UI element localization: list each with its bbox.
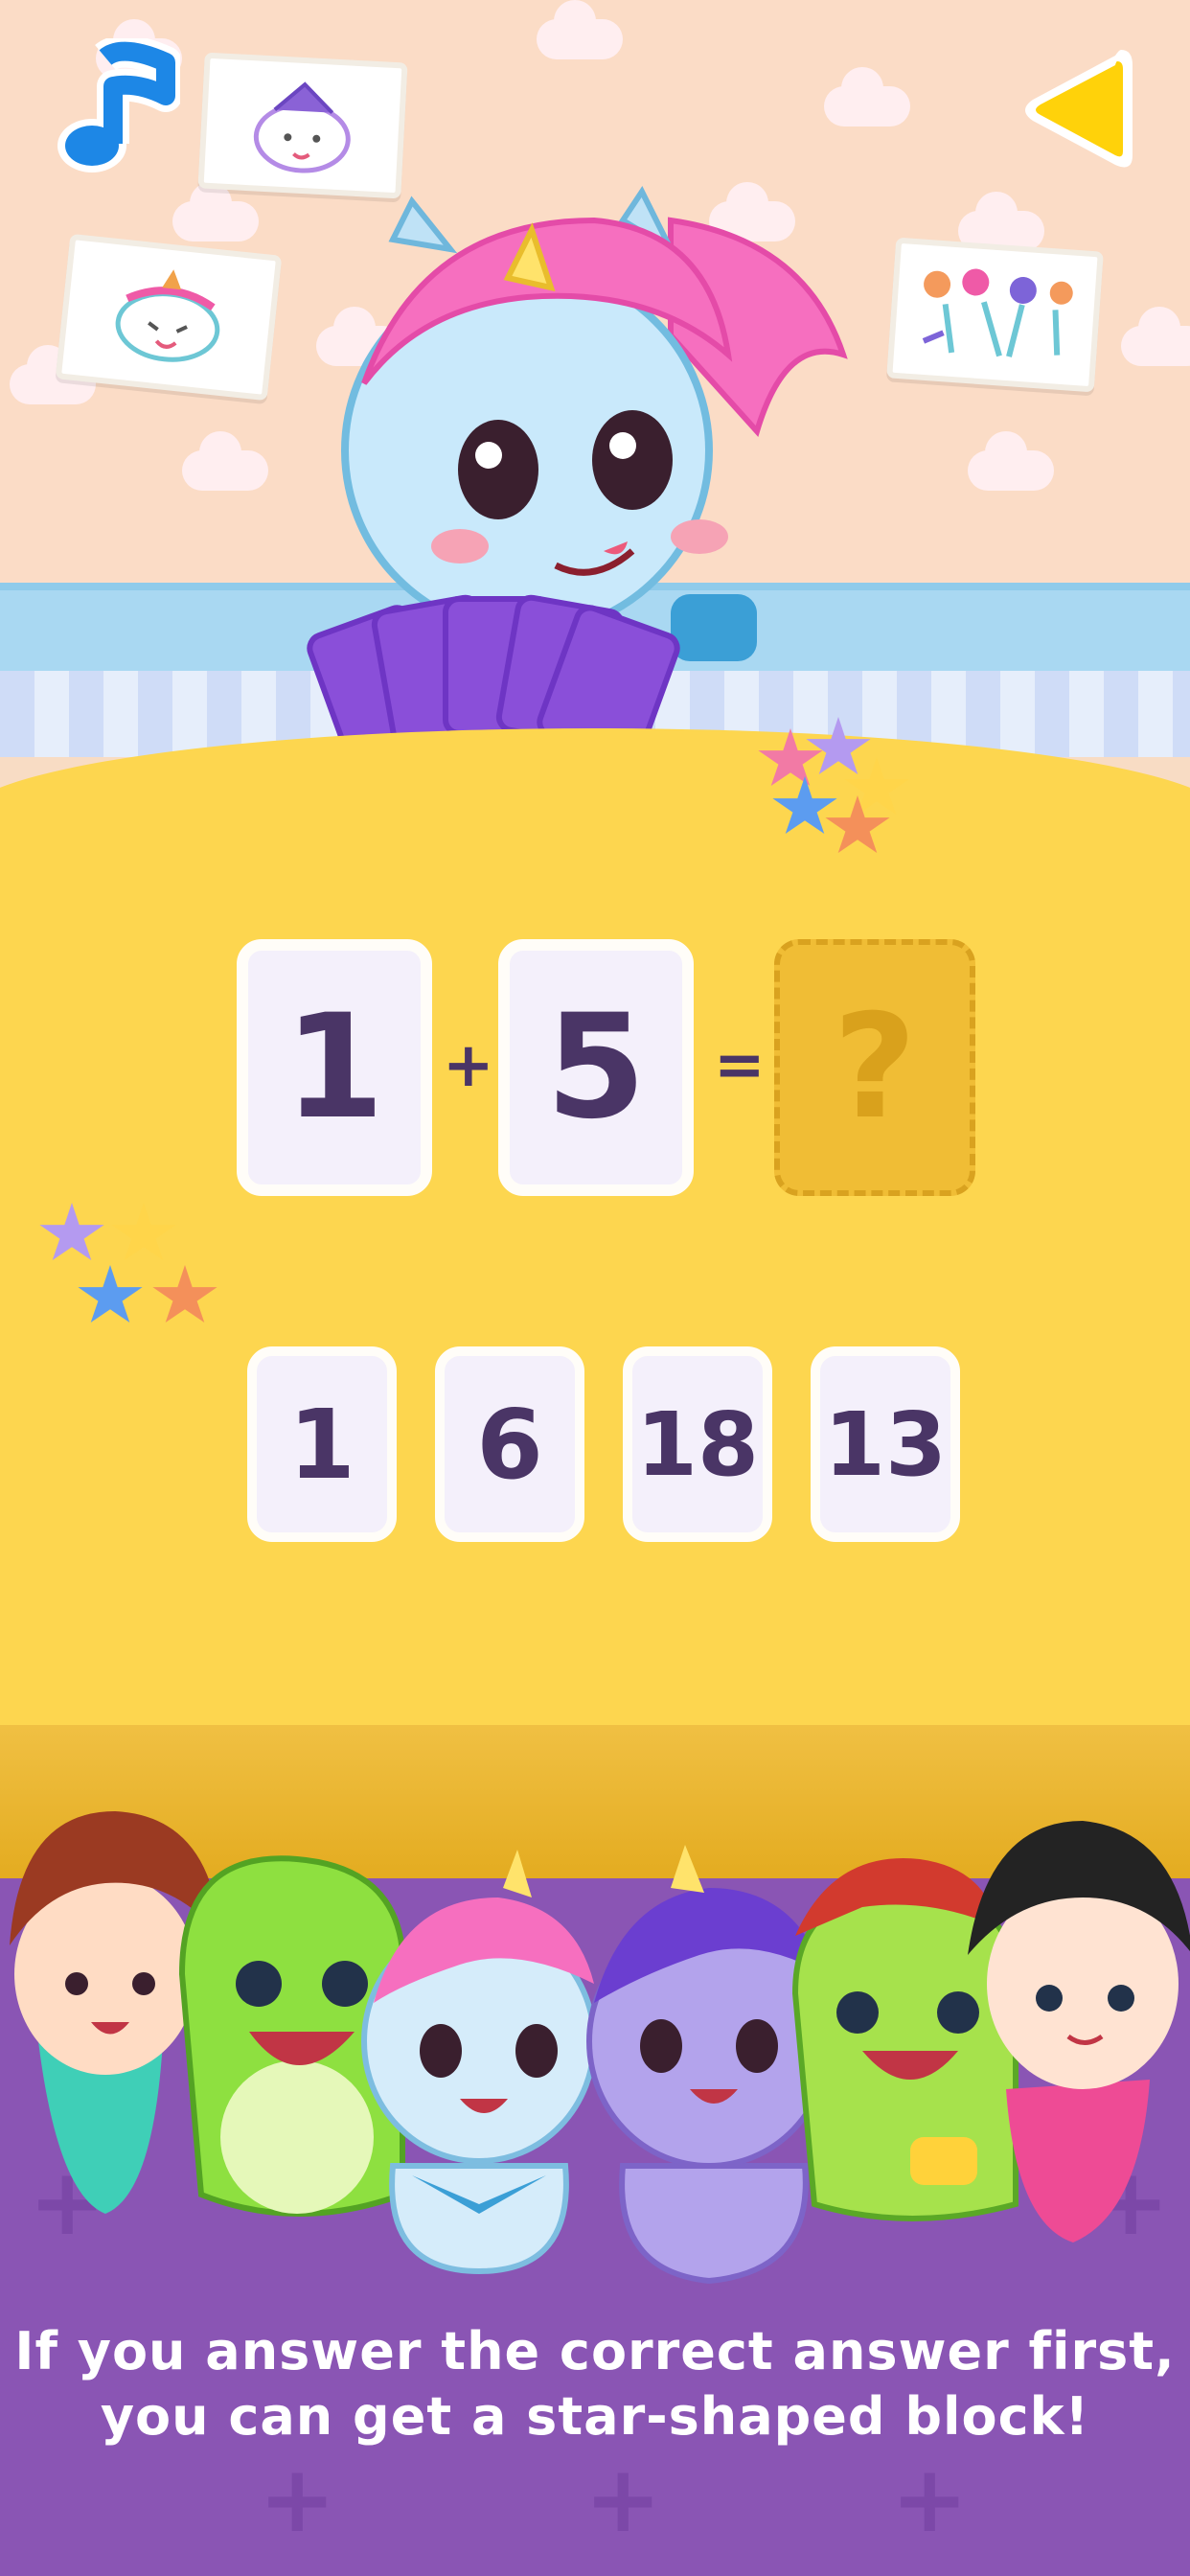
hint-caption: If you answer the correct answer first, … — [0, 2319, 1190, 2450]
operand-b-card: 5 — [498, 939, 694, 1196]
plus-pattern: + — [259, 2446, 336, 2553]
game-table — [0, 728, 1190, 1811]
purple-unicorn-character — [586, 1845, 832, 2285]
drawing-purple-unicorn — [197, 52, 408, 199]
drawing-pink-unicorn — [55, 233, 283, 402]
cloud-decoration — [537, 0, 623, 59]
back-arrow-icon — [1025, 50, 1133, 168]
caption-line-2: you can get a star-shaped block! — [100, 2386, 1090, 2447]
answer-choice-card[interactable]: 13 — [811, 1346, 960, 1542]
plus-sign: + — [443, 1030, 494, 1101]
cloud-decoration — [968, 431, 1054, 491]
plus-pattern: + — [891, 2446, 969, 2553]
cloud-decoration — [824, 67, 910, 126]
equals-sign: = — [714, 1030, 766, 1101]
plus-pattern: + — [584, 2446, 662, 2553]
character-group — [10, 1811, 1190, 2285]
answer-slot: ? — [774, 939, 975, 1196]
cloud-decoration — [182, 431, 268, 491]
answer-choice-card[interactable]: 18 — [623, 1346, 772, 1542]
drawing-friends — [886, 237, 1104, 393]
back-button[interactable] — [1016, 38, 1140, 182]
cloud-decoration — [1121, 307, 1190, 366]
music-note-icon — [57, 34, 182, 172]
operand-a-card: 1 — [237, 939, 432, 1196]
blue-unicorn-character — [361, 1850, 597, 2275]
answer-choice-card[interactable]: 1 — [247, 1346, 397, 1542]
music-button[interactable] — [46, 34, 182, 182]
cloud-decoration — [172, 182, 259, 242]
caption-line-1: If you answer the correct answer first, — [14, 2321, 1176, 2381]
answer-choice-card[interactable]: 6 — [435, 1346, 584, 1542]
